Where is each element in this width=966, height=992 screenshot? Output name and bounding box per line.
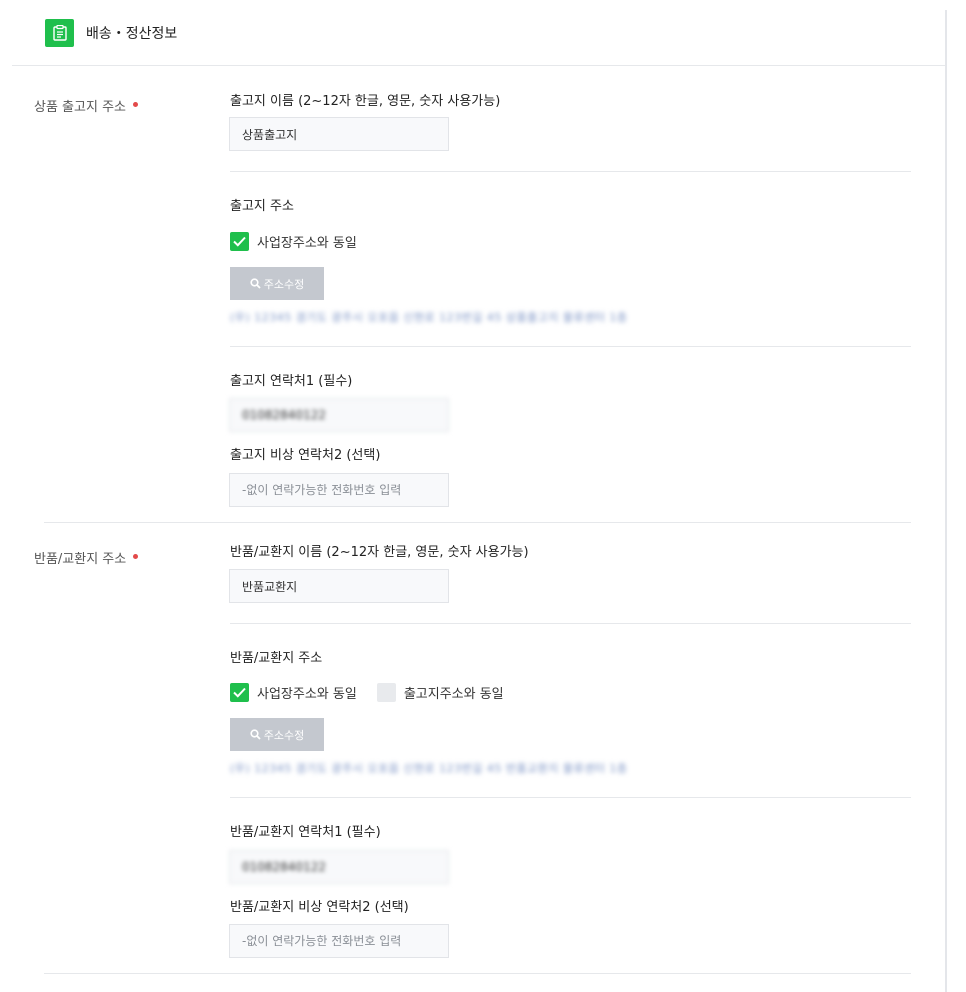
shipping-section-label: 상품 출고지 주소 bbox=[34, 96, 138, 115]
shipping-same-as-business-row[interactable]: 사업장주소와 동일 bbox=[230, 231, 357, 251]
panel-title: 배송・정산정보 bbox=[86, 26, 178, 42]
clipboard-icon bbox=[45, 19, 74, 47]
returns-edit-address-button[interactable]: 주소수정 bbox=[230, 718, 324, 751]
shipping-contact1-input[interactable] bbox=[229, 398, 449, 432]
returns-name-input[interactable] bbox=[229, 569, 449, 603]
returns-section-label: 반품/교환지 주소 bbox=[34, 548, 139, 567]
returns-same-as-business-label: 사업장주소와 동일 bbox=[257, 686, 357, 702]
required-dot-icon bbox=[133, 554, 139, 559]
returns-address-options-row: 사업장주소와 동일 출고지주소와 동일 bbox=[230, 682, 524, 702]
shipping-address-text: (우) 12345 경기도 광주시 오포읍 신현로 123번길 45 상품출고지… bbox=[230, 311, 628, 324]
returns-contact1-label: 반품/교환지 연락처1 (필수) bbox=[230, 825, 381, 840]
divider bbox=[230, 797, 911, 798]
panel-header: 배송・정산정보 bbox=[12, 10, 945, 66]
shipping-same-as-business-label: 사업장주소와 동일 bbox=[257, 235, 357, 251]
shipping-address-label: 출고지 주소 bbox=[230, 199, 294, 214]
check-icon bbox=[233, 236, 246, 247]
shipping-contact2-label: 출고지 비상 연락처2 (선택) bbox=[230, 448, 381, 463]
returns-same-as-shipping-checkbox[interactable] bbox=[376, 682, 396, 702]
shipping-edit-address-button[interactable]: 주소수정 bbox=[230, 267, 324, 300]
shipping-contact2-input[interactable] bbox=[229, 473, 449, 507]
divider bbox=[230, 346, 911, 347]
shipping-edit-address-label: 주소수정 bbox=[263, 277, 305, 291]
section-divider bbox=[44, 973, 911, 974]
returns-same-as-business-checkbox[interactable] bbox=[230, 682, 249, 702]
returns-address-text: (우) 12345 경기도 광주시 오포읍 신현로 123번길 45 반품교환지… bbox=[230, 762, 628, 775]
divider bbox=[230, 171, 911, 172]
returns-section-text: 반품/교환지 주소 bbox=[34, 552, 127, 567]
returns-same-as-shipping-label: 출고지주소와 동일 bbox=[403, 686, 504, 702]
shipping-same-as-business-checkbox[interactable] bbox=[230, 231, 249, 251]
shipping-contact1-label: 출고지 연락처1 (필수) bbox=[230, 374, 353, 389]
shipping-name-input[interactable] bbox=[229, 117, 449, 151]
check-icon bbox=[233, 687, 246, 698]
returns-same-as-business-option[interactable]: 사업장주소와 동일 bbox=[230, 682, 357, 702]
search-icon bbox=[250, 278, 261, 289]
shipping-name-label: 출고지 이름 (2~12자 한글, 영문, 숫자 사용가능) bbox=[230, 94, 501, 109]
returns-same-as-shipping-option[interactable]: 출고지주소와 동일 bbox=[376, 682, 504, 702]
returns-name-label: 반품/교환지 이름 (2~12자 한글, 영문, 숫자 사용가능) bbox=[230, 545, 529, 560]
shipping-section-text: 상품 출고지 주소 bbox=[34, 100, 126, 115]
divider bbox=[230, 623, 911, 624]
shipping-settlement-panel: 배송・정산정보 상품 출고지 주소 출고지 이름 (2~12자 한글, 영문, … bbox=[12, 10, 947, 992]
search-icon bbox=[250, 729, 261, 740]
returns-contact2-label: 반품/교환지 비상 연락처2 (선택) bbox=[230, 900, 409, 915]
returns-edit-address-label: 주소수정 bbox=[263, 728, 305, 742]
returns-contact1-input[interactable] bbox=[229, 850, 449, 884]
required-dot-icon bbox=[133, 102, 138, 107]
returns-address-label: 반품/교환지 주소 bbox=[230, 651, 323, 666]
section-divider bbox=[44, 522, 911, 523]
returns-contact2-input[interactable] bbox=[229, 924, 449, 958]
